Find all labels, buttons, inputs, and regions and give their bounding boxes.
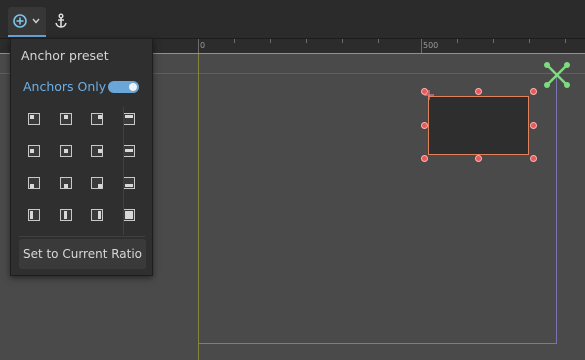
resize-handle-right[interactable] bbox=[530, 122, 537, 129]
ruler-tick bbox=[529, 39, 530, 43]
resize-handle-top[interactable] bbox=[475, 88, 482, 95]
ruler-label-500: 500 bbox=[423, 41, 439, 50]
ruler-tick bbox=[234, 39, 235, 43]
anchors-only-label: Anchors Only bbox=[23, 79, 107, 94]
grid-horizontal-separator bbox=[19, 236, 145, 237]
ruler-tick bbox=[457, 39, 458, 43]
preset-bottom-left-icon[interactable] bbox=[28, 177, 40, 189]
anchor-mode-button[interactable] bbox=[50, 7, 72, 35]
preset-center-right-icon[interactable] bbox=[91, 145, 103, 157]
preset-center-top-icon[interactable] bbox=[60, 113, 72, 125]
preset-top-right-icon[interactable] bbox=[91, 113, 103, 125]
resize-handle-top-right[interactable] bbox=[530, 88, 537, 95]
ruler-tick bbox=[378, 39, 379, 43]
preset-top-left-icon[interactable] bbox=[28, 113, 40, 125]
anchor-preset-grid bbox=[11, 107, 154, 227]
preset-active-indicator bbox=[8, 35, 46, 37]
preset-right-wide-icon[interactable] bbox=[91, 209, 103, 221]
anchor-preset-popup: Anchor preset Anchors Only Set to Curren… bbox=[10, 38, 153, 276]
ruler-tick bbox=[493, 39, 494, 43]
preset-bottom-right-icon[interactable] bbox=[91, 177, 103, 189]
ruler-tick bbox=[270, 39, 271, 43]
ruler-tick bbox=[342, 39, 343, 43]
preset-bottom-wide-icon[interactable] bbox=[123, 177, 135, 189]
set-to-current-ratio-button[interactable]: Set to Current Ratio bbox=[19, 239, 146, 269]
anchor-icon bbox=[55, 13, 67, 28]
preset-center-icon[interactable] bbox=[60, 145, 72, 157]
selected-control[interactable] bbox=[428, 96, 529, 155]
resize-handle-bottom[interactable] bbox=[475, 155, 482, 162]
ruler-tick bbox=[565, 39, 566, 43]
grid-vertical-separator bbox=[123, 107, 124, 235]
toggle-knob bbox=[129, 83, 137, 91]
ruler-label-0: 0 bbox=[200, 41, 206, 50]
resize-handle-bottom-right[interactable] bbox=[530, 155, 537, 162]
preset-full-rect-icon[interactable] bbox=[123, 209, 135, 221]
anchor-preset-icon bbox=[13, 14, 40, 28]
preset-vcenter-wide-icon[interactable] bbox=[60, 209, 72, 221]
resize-handle-left[interactable] bbox=[421, 122, 428, 129]
ruler-tick bbox=[198, 39, 199, 53]
chevron-down-icon bbox=[32, 18, 40, 24]
anchor-preset-button[interactable] bbox=[8, 7, 46, 35]
anchors-only-row[interactable]: Anchors Only bbox=[21, 78, 143, 96]
anchors-only-toggle[interactable] bbox=[108, 81, 139, 93]
preset-hcenter-wide-icon[interactable] bbox=[123, 145, 135, 157]
preset-center-left-icon[interactable] bbox=[28, 145, 40, 157]
ruler-tick bbox=[421, 39, 422, 53]
ruler-tick bbox=[306, 39, 307, 43]
preset-center-bottom-icon[interactable] bbox=[60, 177, 72, 189]
pivot-icon[interactable] bbox=[422, 88, 436, 102]
preset-left-wide-icon[interactable] bbox=[28, 209, 40, 221]
top-toolbar bbox=[0, 0, 585, 38]
preset-top-wide-icon[interactable] bbox=[123, 113, 135, 125]
resize-handle-bottom-left[interactable] bbox=[421, 155, 428, 162]
popup-title: Anchor preset bbox=[21, 48, 109, 63]
anchor-marker-icon[interactable] bbox=[542, 60, 572, 90]
